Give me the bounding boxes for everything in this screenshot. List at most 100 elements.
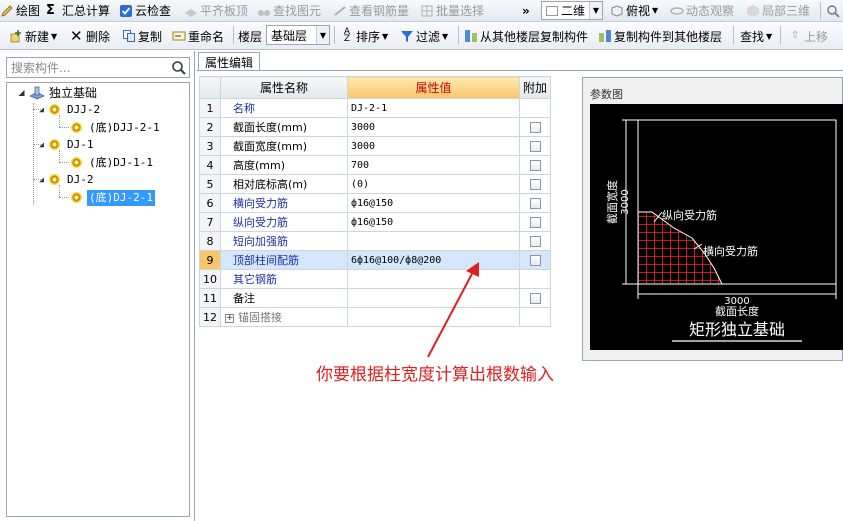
expand-triangle-icon[interactable]: ◢	[17, 88, 26, 97]
table-row[interactable]: 8 短向加强筋	[199, 231, 552, 251]
new-button[interactable]: 新建 ▼	[9, 23, 57, 49]
extra-checkbox[interactable]	[529, 198, 541, 209]
overflow-chevron-icon[interactable]: »	[522, 0, 530, 21]
flat-top-button[interactable]: 平齐板顶	[184, 0, 248, 21]
tree-item-dj-1-1[interactable]: (底)DJ-1-1	[71, 154, 155, 171]
summary-button[interactable]: Σ 汇总计算	[46, 0, 110, 21]
property-value-cell[interactable]: 700	[347, 155, 520, 175]
property-value-cell[interactable]: ф16@150	[347, 193, 520, 213]
row-number: 6	[199, 193, 221, 213]
property-value-cell[interactable]	[347, 269, 520, 289]
floor-copy-icon	[598, 29, 612, 43]
view-rebar-button[interactable]: 查看钢筋量	[333, 0, 409, 21]
extra-checkbox[interactable]	[529, 293, 541, 304]
table-row[interactable]: 12 + 锚固搭接	[199, 307, 552, 327]
expand-triangle-icon[interactable]: ◢	[37, 175, 46, 184]
foundation-icon	[29, 86, 45, 100]
batch-select-label: 批量选择	[436, 4, 485, 18]
move-up-button[interactable]: ⇧ 上移	[788, 23, 828, 49]
table-row[interactable]: 2 截面长度(mm) 3000	[199, 117, 552, 137]
find-button[interactable]: 查找 ▼	[740, 23, 772, 49]
view-mode-value: 二维	[561, 4, 586, 18]
delete-button[interactable]: ✕ 删除	[70, 23, 110, 49]
search-box	[6, 57, 190, 78]
find-element-button[interactable]: 查找图元	[257, 0, 321, 21]
extra-checkbox[interactable]	[529, 179, 541, 190]
gear-icon	[49, 139, 60, 150]
new-label: 新建	[25, 29, 50, 44]
property-value-cell[interactable]: 3000	[347, 136, 520, 156]
property-value-cell[interactable]: DJ-2-1	[347, 98, 520, 118]
copy-button[interactable]: 复制	[122, 23, 162, 49]
batch-select-button[interactable]: 批量选择	[420, 0, 484, 21]
search-icon[interactable]	[171, 60, 187, 76]
copy-to-floor-button[interactable]: 复制构件到其他楼层	[598, 23, 722, 49]
filter-icon	[400, 29, 414, 43]
cloud-check-button[interactable]: 云检查	[119, 0, 171, 21]
gear-icon	[71, 122, 82, 133]
dynamic-view-button[interactable]: 动态观察	[670, 0, 734, 21]
property-value-cell[interactable]: (0)	[347, 174, 520, 194]
top-toolbar: 绘图 Σ 汇总计算 云检查 平齐板顶 查找图元 查看钢筋量 批量选择 » 二维 …	[0, 0, 843, 22]
property-value-cell[interactable]: 3000	[347, 117, 520, 137]
extra-cell	[518, 250, 552, 270]
property-value-cell[interactable]	[347, 231, 520, 251]
extra-checkbox[interactable]	[529, 255, 541, 266]
local-3d-button[interactable]: 局部三维	[746, 0, 810, 21]
expand-triangle-icon[interactable]: ◢	[37, 105, 46, 114]
property-name-expandable[interactable]: + 锚固搭接	[220, 307, 348, 327]
floor-select[interactable]: 基础层 ▼	[266, 25, 330, 45]
row-number: 10	[199, 269, 221, 289]
table-row[interactable]: 7 纵向受力筋 ф16@150	[199, 212, 552, 232]
move-up-label: 上移	[804, 29, 829, 44]
view-mode-select[interactable]: 二维 ▼	[541, 1, 603, 20]
property-value-cell[interactable]	[347, 288, 520, 308]
expand-plus-icon[interactable]: +	[225, 313, 234, 323]
property-value-cell[interactable]	[347, 307, 520, 327]
copy-from-floor-label: 从其他楼层复制构件	[480, 29, 589, 44]
name-column-header[interactable]: 属性名称	[220, 76, 348, 99]
filter-button[interactable]: 过滤 ▼	[400, 23, 448, 49]
sort-button[interactable]: AZ 排序 ▼	[340, 23, 388, 49]
pencil-icon	[0, 4, 14, 18]
extra-column-header[interactable]: 附加	[518, 76, 552, 99]
property-value-cell[interactable]: ф16@150	[347, 212, 520, 232]
property-name: 纵向受力筋	[220, 212, 348, 232]
search-input[interactable]	[7, 58, 167, 77]
tab-property-edit[interactable]: 属性编辑	[198, 52, 261, 71]
zoom-button[interactable]	[826, 0, 840, 21]
extra-checkbox[interactable]	[529, 122, 541, 133]
table-row[interactable]: 6 横向受力筋 ф16@150	[199, 193, 552, 213]
tree-item-djj-2-1[interactable]: (底)DJJ-2-1	[71, 119, 162, 136]
table-row[interactable]: 4 高度(mm) 700	[199, 155, 552, 175]
table-row[interactable]: 3 截面宽度(mm) 3000	[199, 136, 552, 156]
draw-button[interactable]: 绘图	[0, 0, 40, 21]
grid-select-icon	[420, 4, 434, 18]
expand-triangle-icon[interactable]: ◢	[37, 140, 46, 149]
rename-button[interactable]: 重命名	[172, 23, 224, 49]
flat-top-label: 平齐板顶	[200, 4, 249, 18]
extra-checkbox[interactable]	[529, 236, 541, 247]
tree-item-dj-2[interactable]: ◢ DJ-2	[37, 171, 96, 188]
tree-item-djj-2[interactable]: ◢ DJJ-2	[37, 101, 102, 118]
property-name: 名称	[220, 98, 348, 118]
extra-cell	[518, 117, 552, 137]
table-row-selected[interactable]: 9 顶部柱间配筋 6ф16@100/ф8@200	[199, 250, 552, 270]
find-element-label: 查找图元	[273, 4, 322, 18]
extra-checkbox[interactable]	[529, 141, 541, 152]
property-value-cell[interactable]: 6ф16@100/ф8@200	[347, 250, 520, 270]
table-row[interactable]: 10 其它钢筋	[199, 269, 552, 289]
table-row[interactable]: 5 相对底标高(m) (0)	[199, 174, 552, 194]
table-row[interactable]: 11 备注	[199, 288, 552, 308]
tree-item-dj-2-1[interactable]: (底)DJ-2-1	[71, 189, 155, 206]
gear-icon	[49, 174, 60, 185]
top-view-button[interactable]: 俯视 ▼	[610, 0, 658, 21]
tree-root-node[interactable]: ◢ 独立基础	[17, 84, 99, 101]
value-column-header[interactable]: 属性值	[347, 76, 520, 99]
table-row[interactable]: 1 名称 DJ-2-1	[199, 98, 552, 118]
gear-icon	[71, 157, 82, 168]
tree-item-dj-1[interactable]: ◢ DJ-1	[37, 136, 96, 153]
extra-checkbox[interactable]	[529, 217, 541, 228]
extra-checkbox[interactable]	[529, 160, 541, 171]
copy-from-floor-button[interactable]: 从其他楼层复制构件	[464, 23, 588, 49]
